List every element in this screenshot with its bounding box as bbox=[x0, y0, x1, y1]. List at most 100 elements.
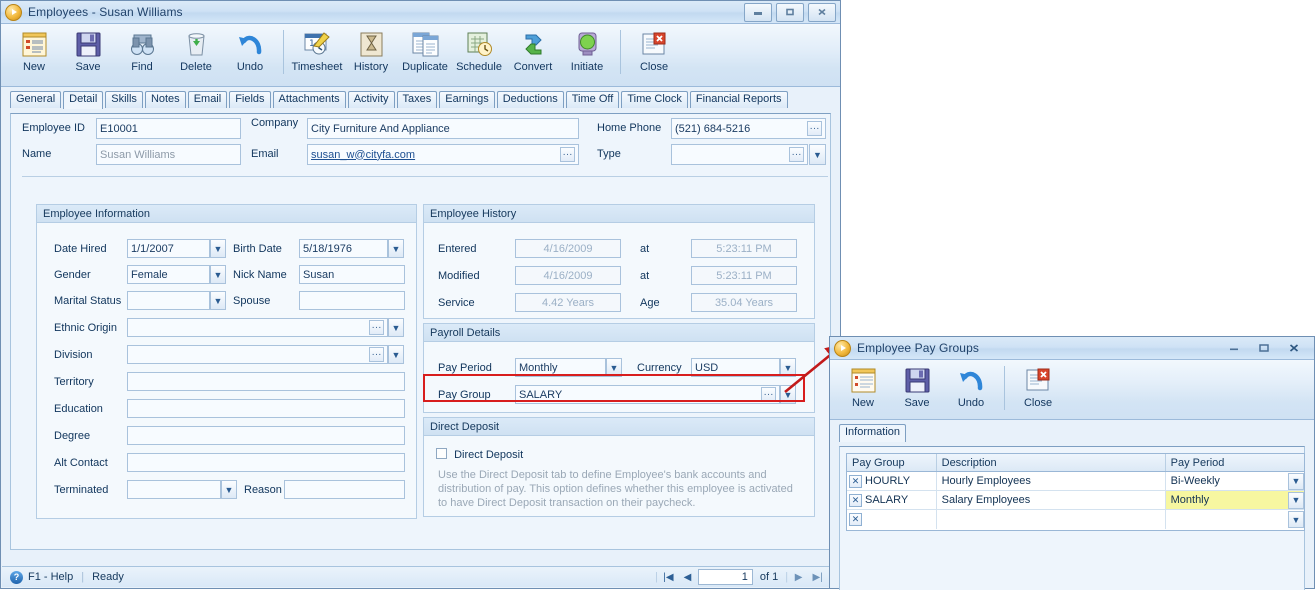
toolbar-schedule-button[interactable]: Schedule bbox=[452, 28, 506, 73]
gender-dropdown-button[interactable]: ▼ bbox=[210, 265, 226, 284]
email-input[interactable]: susan_w@cityfa.com ··· bbox=[307, 144, 579, 165]
pay-period-cell[interactable]: Bi-Weekly ▼ bbox=[1166, 472, 1305, 490]
toolbar-duplicate-button[interactable]: Duplicate bbox=[398, 28, 452, 73]
division-input[interactable]: ··· bbox=[127, 345, 388, 364]
pay-group-ellipsis-button[interactable]: ··· bbox=[761, 387, 776, 402]
division-dropdown-button[interactable]: ▼ bbox=[388, 345, 404, 364]
reason-input[interactable] bbox=[284, 480, 405, 499]
toolbar-new-button[interactable]: New bbox=[7, 28, 61, 73]
table-row[interactable]: ✕ HOURLY Hourly Employees Bi-Weekly ▼ bbox=[847, 472, 1305, 491]
pay-period-cell-selected[interactable]: Monthly ▼ bbox=[1165, 491, 1305, 509]
toolbar-delete-button[interactable]: Delete bbox=[169, 28, 223, 73]
toolbar-close-button[interactable]: Close bbox=[627, 28, 681, 73]
name-input[interactable]: Susan Williams bbox=[96, 144, 241, 165]
description-cell[interactable] bbox=[937, 510, 1166, 529]
pay-groups-undo-button[interactable]: Undo bbox=[944, 364, 998, 409]
maximize-button[interactable] bbox=[776, 2, 804, 22]
currency-input[interactable]: USD bbox=[691, 358, 780, 377]
terminated-input[interactable] bbox=[127, 480, 221, 499]
home-phone-input[interactable]: (521) 684-5216 ··· bbox=[671, 118, 826, 139]
alt-contact-input[interactable] bbox=[127, 453, 405, 472]
table-row[interactable]: ✕ SALARY Salary Employees Monthly ▼ bbox=[847, 491, 1305, 510]
ethnic-origin-dropdown-button[interactable]: ▼ bbox=[388, 318, 404, 337]
toolbar-initiate-button[interactable]: Initiate bbox=[560, 28, 614, 73]
education-input[interactable] bbox=[127, 399, 405, 418]
toolbar-undo-button[interactable]: Undo bbox=[223, 28, 277, 73]
pay-groups-maximize-button[interactable] bbox=[1254, 340, 1274, 357]
tab-attachments[interactable]: Attachments bbox=[272, 91, 346, 108]
pay-groups-close-button[interactable] bbox=[1284, 340, 1304, 357]
tab-email[interactable]: Email bbox=[187, 91, 228, 108]
toolbar-timesheet-button[interactable]: 1 Timesheet bbox=[290, 28, 344, 73]
tab-time-clock[interactable]: Time Clock bbox=[621, 91, 688, 108]
terminated-dropdown-button[interactable]: ▼ bbox=[221, 480, 237, 499]
direct-deposit-checkbox[interactable] bbox=[436, 448, 447, 459]
ethnic-origin-input[interactable]: ··· bbox=[127, 318, 388, 337]
toolbar-convert-button[interactable]: Convert bbox=[506, 28, 560, 73]
column-header-pay-period[interactable]: Pay Period bbox=[1166, 454, 1304, 471]
toolbar-save-button[interactable]: Save bbox=[61, 28, 115, 73]
toolbar-history-button[interactable]: History bbox=[344, 28, 398, 73]
delete-row-button[interactable]: ✕ bbox=[849, 493, 862, 507]
tab-earnings[interactable]: Earnings bbox=[439, 91, 495, 108]
tab-notes[interactable]: Notes bbox=[144, 91, 186, 108]
delete-row-button[interactable]: ✕ bbox=[849, 474, 862, 488]
pay-group-dropdown-button[interactable]: ▼ bbox=[780, 385, 796, 404]
marital-status-input[interactable] bbox=[127, 291, 210, 310]
type-input[interactable]: ··· bbox=[671, 144, 808, 165]
pay-groups-new-button[interactable]: New bbox=[836, 364, 890, 409]
tab-information[interactable]: Information bbox=[839, 424, 907, 442]
pay-groups-minimize-button[interactable] bbox=[1224, 340, 1244, 357]
pay-period-cell[interactable]: ▼ bbox=[1166, 510, 1305, 529]
pay-group-input[interactable]: SALARY ··· bbox=[515, 385, 780, 404]
table-row[interactable]: ✕ ▼ bbox=[847, 510, 1305, 529]
marital-status-dropdown-button[interactable]: ▼ bbox=[210, 291, 226, 310]
help-label[interactable]: F1 - Help bbox=[28, 571, 73, 583]
tab-activity[interactable]: Activity bbox=[347, 91, 395, 108]
tab-financial-reports[interactable]: Financial Reports bbox=[689, 91, 788, 108]
last-record-button[interactable]: ▶| bbox=[809, 572, 826, 583]
column-header-description[interactable]: Description bbox=[937, 454, 1166, 471]
pay-groups-save-button[interactable]: Save bbox=[890, 364, 944, 409]
home-phone-ellipsis-button[interactable]: ··· bbox=[807, 121, 822, 136]
pay-period-cell-dropdown-button[interactable]: ▼ bbox=[1288, 491, 1305, 509]
description-cell[interactable]: Salary Employees bbox=[937, 491, 1166, 509]
type-dropdown-button[interactable]: ▼ bbox=[809, 144, 826, 165]
division-ellipsis-button[interactable]: ··· bbox=[369, 347, 384, 362]
direct-deposit-checkbox-row[interactable]: Direct Deposit bbox=[436, 448, 523, 461]
next-record-button[interactable]: ▶ bbox=[790, 572, 807, 583]
tab-taxes[interactable]: Taxes bbox=[396, 91, 438, 108]
tab-fields[interactable]: Fields bbox=[229, 91, 271, 108]
tab-general[interactable]: General bbox=[10, 91, 62, 108]
column-header-pay-group[interactable]: Pay Group bbox=[847, 454, 937, 471]
pay-period-cell-dropdown-button[interactable]: ▼ bbox=[1288, 511, 1305, 528]
date-hired-input[interactable]: 1/1/2007 bbox=[127, 239, 210, 258]
employee-id-input[interactable]: E10001 bbox=[96, 118, 241, 139]
pay-period-cell-dropdown-button[interactable]: ▼ bbox=[1288, 472, 1305, 490]
nick-name-input[interactable]: Susan bbox=[299, 265, 405, 284]
email-value[interactable]: susan_w@cityfa.com bbox=[311, 149, 415, 161]
email-ellipsis-button[interactable]: ··· bbox=[560, 147, 575, 162]
previous-record-button[interactable]: ◀ bbox=[679, 572, 696, 583]
territory-input[interactable] bbox=[127, 372, 405, 391]
tab-skills[interactable]: Skills bbox=[105, 91, 143, 108]
close-button[interactable] bbox=[808, 2, 836, 22]
gender-input[interactable]: Female bbox=[127, 265, 210, 284]
company-input[interactable]: City Furniture And Appliance bbox=[307, 118, 579, 139]
toolbar-find-button[interactable]: Find bbox=[115, 28, 169, 73]
tab-deductions[interactable]: Deductions bbox=[496, 91, 564, 108]
description-cell[interactable]: Hourly Employees bbox=[937, 472, 1166, 490]
tab-detail[interactable]: Detail bbox=[63, 91, 104, 109]
tab-time-off[interactable]: Time Off bbox=[565, 91, 620, 108]
first-record-button[interactable]: |◀ bbox=[660, 572, 677, 583]
degree-input[interactable] bbox=[127, 426, 405, 445]
birth-date-dropdown-button[interactable]: ▼ bbox=[388, 239, 404, 258]
date-hired-dropdown-button[interactable]: ▼ bbox=[210, 239, 226, 258]
pay-period-input[interactable]: Monthly bbox=[515, 358, 606, 377]
birth-date-input[interactable]: 5/18/1976 bbox=[299, 239, 388, 258]
pay-groups-close-doc-button[interactable]: Close bbox=[1011, 364, 1065, 409]
page-number-input[interactable]: 1 bbox=[697, 569, 753, 585]
type-ellipsis-button[interactable]: ··· bbox=[789, 147, 804, 162]
pay-period-dropdown-button[interactable]: ▼ bbox=[606, 358, 622, 377]
ethnic-origin-ellipsis-button[interactable]: ··· bbox=[369, 320, 384, 335]
